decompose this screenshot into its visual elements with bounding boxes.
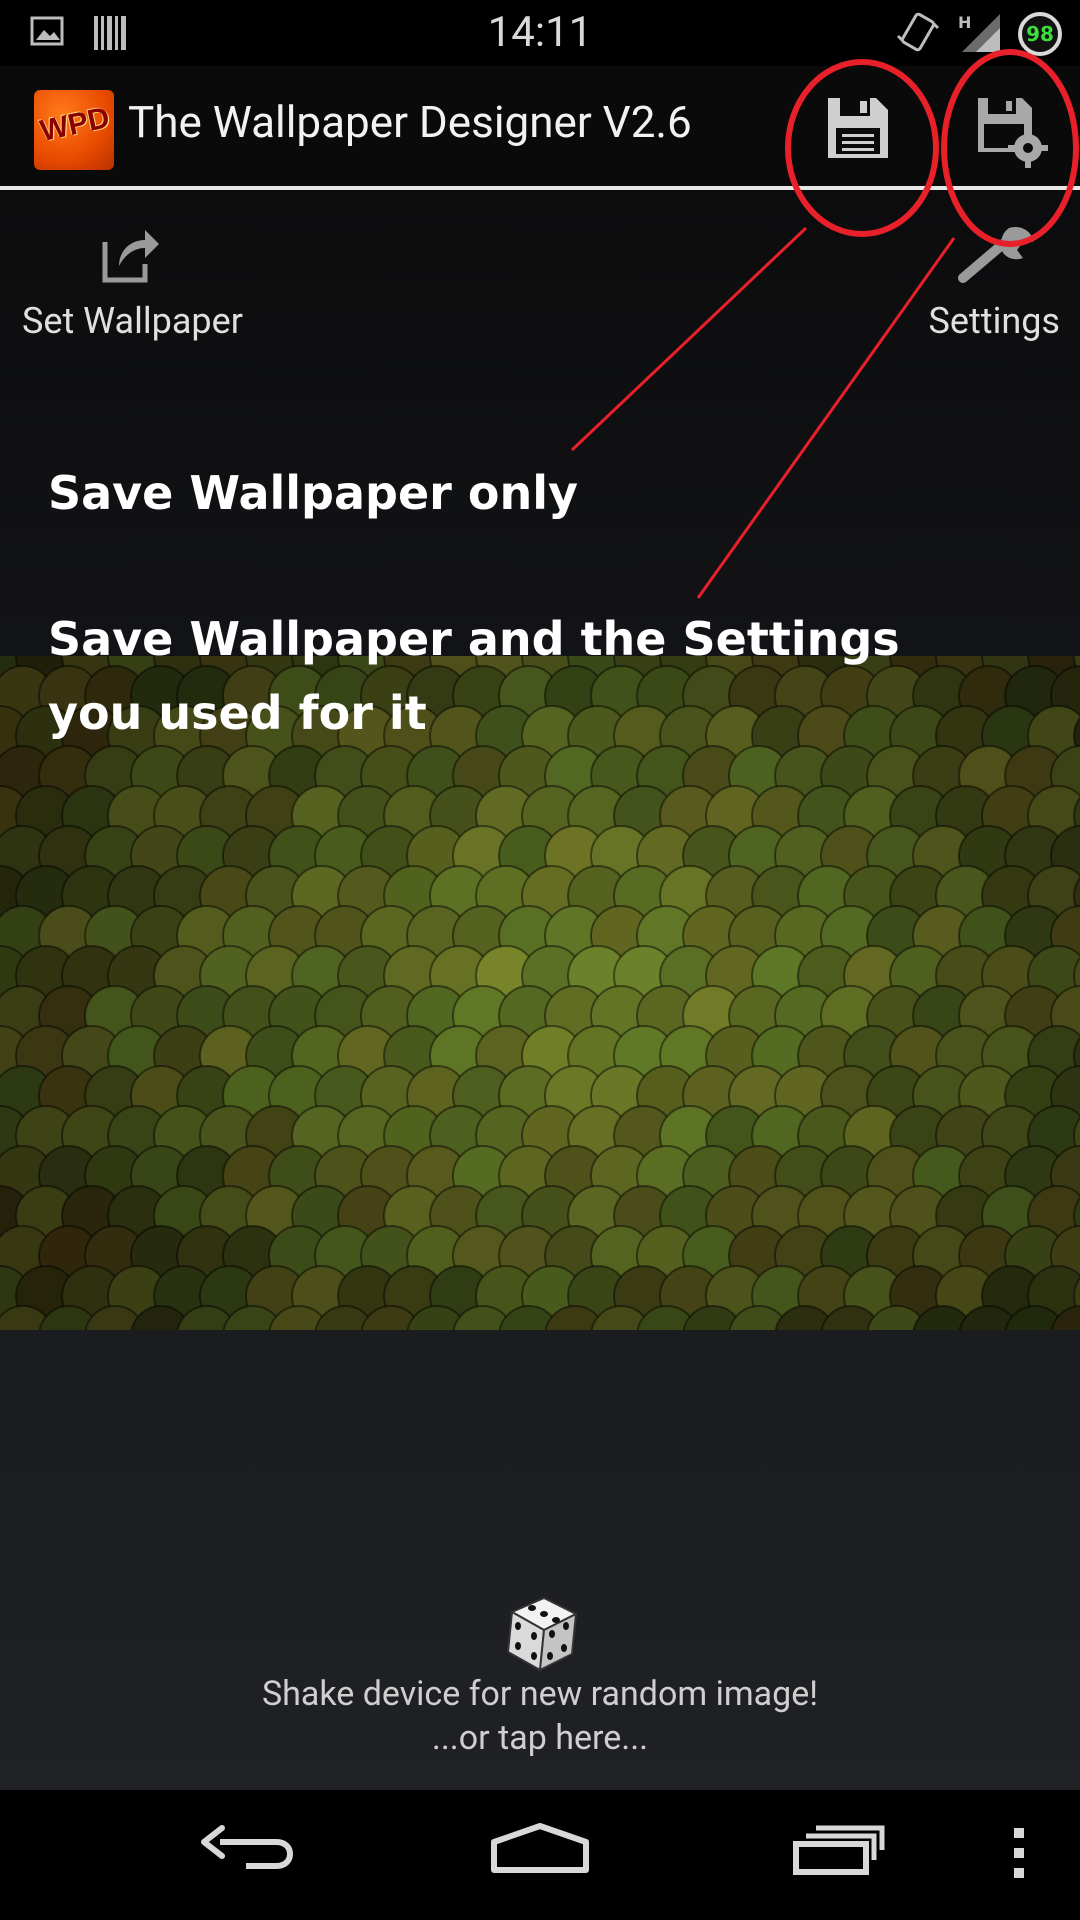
signal-icon: H <box>956 12 1002 58</box>
random-image-line2: ...or tap here... <box>431 1718 649 1758</box>
set-wallpaper-button[interactable]: Set Wallpaper <box>22 220 243 342</box>
annotation-save-only: Save Wallpaper only <box>48 466 578 520</box>
app-logo[interactable]: WPD <box>34 90 114 170</box>
status-bar: 14:11 H 98 <box>0 0 1080 66</box>
home-button[interactable] <box>476 1790 606 1920</box>
recent-apps-button[interactable] <box>776 1790 906 1920</box>
floppy-disk-icon <box>828 98 888 158</box>
vibrate-icon <box>896 10 940 58</box>
overflow-menu-icon <box>1014 1828 1024 1878</box>
svg-text:98: 98 <box>1026 22 1054 46</box>
app-title: The Wallpaper Designer V2.6 <box>128 96 692 148</box>
floppy-disk-gear-icon <box>978 98 1048 168</box>
main-content: Set Wallpaper Settings Save Wallpaper on… <box>0 190 1080 1790</box>
share-arrow-icon <box>102 230 160 283</box>
back-icon <box>201 1825 294 1869</box>
recent-apps-icon <box>793 1825 885 1875</box>
svg-text:H: H <box>958 13 971 32</box>
annotation-save-with-settings-line2: you used for it <box>48 686 427 740</box>
home-icon <box>491 1823 589 1873</box>
app-logo-text: WPD <box>37 101 113 148</box>
navigation-bar <box>0 1790 1080 1920</box>
random-image-text: Shake device for new random image! ...or… <box>0 1672 1080 1760</box>
settings-button[interactable]: Settings <box>929 220 1060 342</box>
battery-icon: 98 <box>1016 10 1064 62</box>
overflow-menu-button[interactable] <box>990 1790 1050 1920</box>
circle-pattern <box>0 656 1080 1330</box>
random-image-line1: Shake device for new random image! <box>261 1674 819 1714</box>
settings-label: Settings <box>928 300 1060 342</box>
set-wallpaper-label: Set Wallpaper <box>22 300 243 342</box>
wrench-icon <box>957 226 1033 283</box>
wallpaper-preview[interactable] <box>0 656 1080 1330</box>
action-bar: WPD The Wallpaper Designer V2.6 <box>0 66 1080 188</box>
annotation-save-with-settings-line1: Save Wallpaper and the Settings <box>48 612 900 666</box>
save-wallpaper-with-settings-button[interactable] <box>940 66 1080 188</box>
save-wallpaper-button[interactable] <box>790 66 930 188</box>
back-button[interactable] <box>180 1790 310 1920</box>
dice-icon <box>506 1596 579 1672</box>
